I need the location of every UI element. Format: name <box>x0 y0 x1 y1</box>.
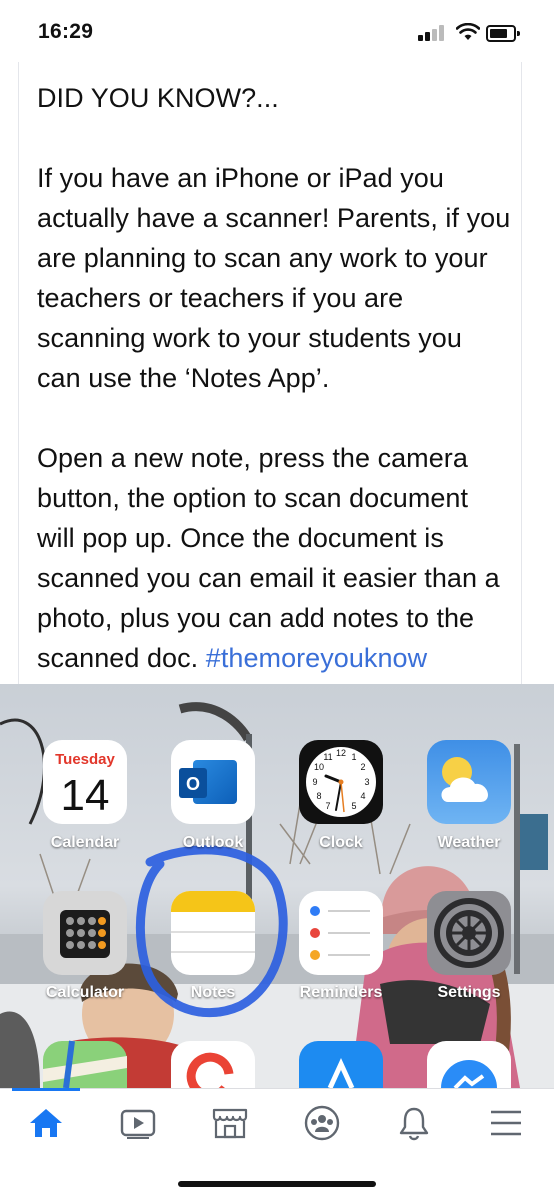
groups-icon <box>304 1105 340 1141</box>
notes-app-label: Notes <box>190 984 236 1001</box>
tab-marketplace[interactable] <box>200 1101 260 1145</box>
reminders-app-icon[interactable] <box>299 891 383 975</box>
menu-icon <box>491 1110 521 1136</box>
svg-text:4: 4 <box>360 791 365 801</box>
outlook-app-label: Outlook <box>182 834 244 851</box>
home-icon <box>30 1109 62 1137</box>
tab-home[interactable] <box>12 1088 80 1145</box>
marketplace-icon <box>212 1108 248 1139</box>
app-store-icon[interactable] <box>299 1041 383 1088</box>
post-paragraph-1: If you have an iPhone or iPad you actual… <box>37 163 511 393</box>
settings-app-icon[interactable] <box>427 891 511 975</box>
notes-app-icon[interactable] <box>171 891 255 975</box>
svg-text:Tuesday: Tuesday <box>55 751 115 768</box>
weather-app-label: Weather <box>437 834 501 851</box>
tab-video[interactable] <box>108 1101 168 1145</box>
maps-app-icon[interactable] <box>43 1040 127 1088</box>
clock-app-label: Clock <box>319 834 363 851</box>
reminders-app-label: Reminders <box>299 984 383 1001</box>
svg-text:1: 1 <box>351 752 356 762</box>
signal-icon <box>418 25 444 41</box>
hashtag-link[interactable]: #themoreyouknow <box>206 643 427 673</box>
svg-text:3: 3 <box>364 777 369 787</box>
calculator-app-icon[interactable] <box>43 891 127 975</box>
calculator-app-label: Calculator <box>45 984 125 1001</box>
svg-text:7: 7 <box>325 801 330 811</box>
calendar-app-label: Calendar <box>50 834 120 851</box>
tab-groups[interactable] <box>292 1101 352 1145</box>
calendar-app-icon[interactable]: Tuesday 14 <box>43 740 127 824</box>
status-time: 16:29 <box>38 20 94 43</box>
video-icon <box>120 1109 156 1139</box>
svg-text:5: 5 <box>351 801 356 811</box>
battery-icon <box>486 25 520 42</box>
post-card: DID YOU KNOW?... If you have an iPhone o… <box>18 62 522 684</box>
tab-notifications[interactable] <box>384 1101 444 1145</box>
svg-text:11: 11 <box>323 752 332 762</box>
home-indicator <box>178 1181 376 1187</box>
clock-app-icon[interactable]: 12 12 3 45 78 9 1011 <box>299 740 383 824</box>
messenger-app-icon[interactable] <box>427 1041 511 1088</box>
wifi-icon <box>456 23 480 40</box>
google-app-icon[interactable] <box>171 1041 255 1088</box>
bell-icon <box>399 1107 429 1141</box>
post-heading: DID YOU KNOW?... <box>37 83 279 113</box>
svg-text:8: 8 <box>316 791 321 801</box>
post-photo[interactable]: Tuesday 14 O 12 1 2 3 45 78 9 10 11 Calend… <box>0 684 554 1088</box>
post-paragraph-2-text: Open a new note, press the camera button… <box>37 443 500 673</box>
weather-app-icon[interactable] <box>427 740 511 824</box>
outlook-app-icon[interactable]: O <box>171 740 255 824</box>
post-text: DID YOU KNOW?... If you have an iPhone o… <box>37 78 513 678</box>
svg-text:14: 14 <box>61 771 110 820</box>
svg-text:2: 2 <box>360 762 365 772</box>
status-icons <box>418 23 528 43</box>
photo-scene: Tuesday 14 O 12 12 3 45 78 9 1011 <box>0 684 554 1088</box>
post-paragraph-2: Open a new note, press the camera button… <box>37 438 513 678</box>
svg-text:10: 10 <box>314 762 324 772</box>
tab-menu[interactable] <box>476 1101 536 1145</box>
svg-text:O: O <box>186 774 200 794</box>
svg-text:9: 9 <box>312 777 317 787</box>
status-bar: 16:29 <box>0 0 554 62</box>
settings-app-label: Settings <box>437 984 501 1001</box>
svg-text:12: 12 <box>336 748 346 758</box>
